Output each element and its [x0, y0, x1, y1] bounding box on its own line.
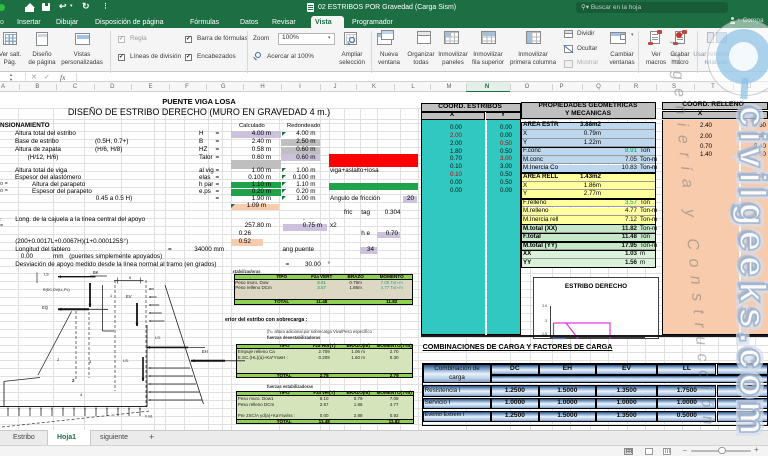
svg-text:3: 3 [89, 359, 92, 364]
svg-text:R(DC,DV(LL,PL): R(DC,DV(LL,PL) [43, 288, 70, 292]
svg-text:EV: EV [126, 294, 132, 299]
svg-text:LS.: LS. [123, 358, 129, 363]
svg-text:5: 5 [129, 276, 131, 280]
svg-text:0 m1: 0 m1 [145, 415, 153, 419]
svg-text:LS.: LS. [155, 335, 161, 340]
svg-text:BK: BK [93, 270, 99, 275]
svg-text:EH: EH [202, 349, 208, 354]
svg-text:EQ: EQ [42, 305, 49, 310]
svg-text:4: 4 [80, 392, 83, 397]
svg-text:2: 2 [72, 378, 75, 383]
svg-text:2: 2 [57, 357, 60, 362]
svg-text:LS: LS [44, 273, 49, 277]
svg-text:1: 1 [110, 294, 112, 298]
